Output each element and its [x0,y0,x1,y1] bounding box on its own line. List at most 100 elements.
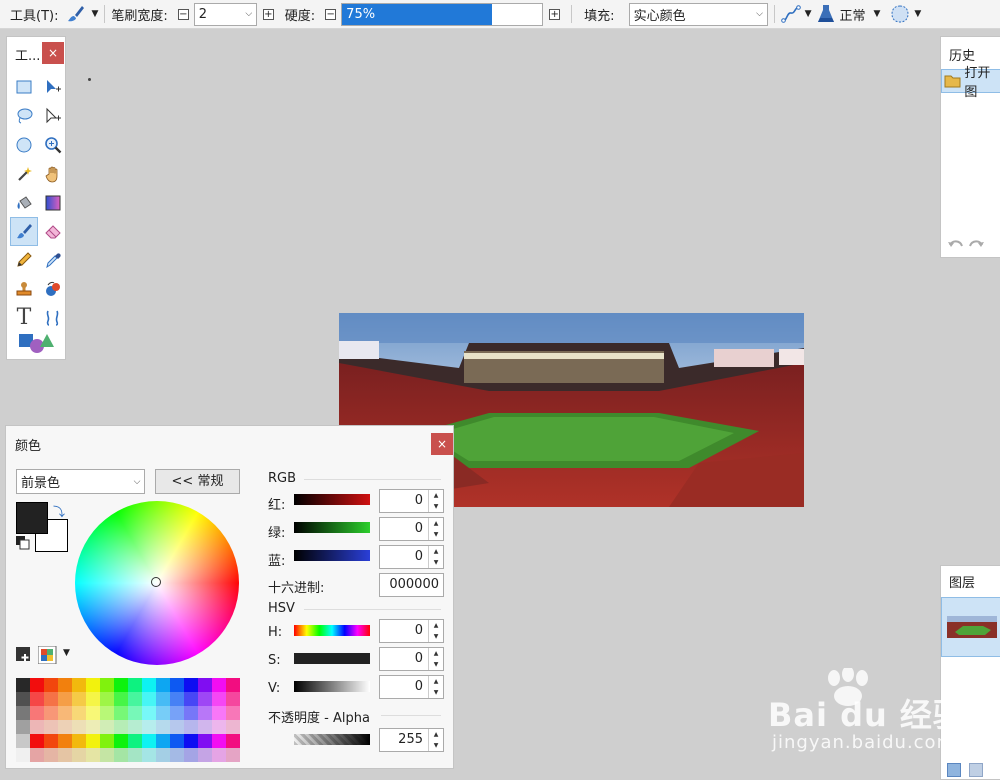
palette-swatch[interactable] [156,734,170,748]
palette-swatch[interactable] [212,748,226,762]
palette-swatch[interactable] [72,678,86,692]
palette-swatch[interactable] [100,678,114,692]
palette-swatch[interactable] [198,678,212,692]
value-input[interactable]: 0 ▲ ▼ [379,675,444,699]
palette-swatch[interactable] [16,748,30,762]
palette-swatch[interactable] [16,734,30,748]
palette-swatch[interactable] [212,706,226,720]
palette-swatch[interactable] [198,734,212,748]
green-spinner[interactable]: ▲ ▼ [428,518,443,540]
palette-swatch[interactable] [156,678,170,692]
palette-swatch[interactable] [170,692,184,706]
red-slider[interactable] [294,494,370,505]
palette-swatch[interactable] [30,748,44,762]
hardness-slider[interactable]: 75% [341,2,544,26]
palette-swatch[interactable] [198,748,212,762]
palette-swatch[interactable] [184,692,198,706]
line-curve-tool[interactable] [39,303,67,332]
brush-width-select[interactable]: 2 ⌵ [193,2,257,26]
palette-swatch[interactable] [16,720,30,734]
tools-panel-close-button[interactable]: × [42,42,64,64]
palette-swatch[interactable] [44,678,58,692]
hue-input[interactable]: 0 ▲ ▼ [379,619,444,643]
palette-swatch[interactable] [44,734,58,748]
saturation-spinner[interactable]: ▲ ▼ [428,648,443,670]
green-slider[interactable] [294,522,370,533]
palette-swatch[interactable] [128,734,142,748]
chevron-down-icon[interactable]: ▼ [63,648,70,658]
palette-swatch[interactable] [30,720,44,734]
palette-swatch[interactable] [86,678,100,692]
palette-swatch[interactable] [72,706,86,720]
palette-swatch[interactable] [58,692,72,706]
recolor-tool[interactable] [39,275,67,304]
palette-swatch[interactable] [170,748,184,762]
undo-button[interactable] [947,238,965,256]
palette-swatch[interactable] [198,706,212,720]
paint-bucket-tool[interactable] [10,188,38,217]
palette-swatch[interactable] [142,720,156,734]
palette-swatch[interactable] [156,748,170,762]
palette-swatch[interactable] [198,692,212,706]
value-slider[interactable] [294,681,370,692]
clone-stamp-tool[interactable] [10,275,38,304]
palette-swatch[interactable] [72,748,86,762]
shapes-tool[interactable] [17,331,57,355]
saturation-slider[interactable] [294,653,370,664]
palette-swatch[interactable] [184,678,198,692]
palette-swatch[interactable] [100,734,114,748]
palette-menu-icon[interactable] [38,646,60,664]
red-input[interactable]: 0 ▲ ▼ [379,489,444,513]
palette-swatch[interactable] [184,706,198,720]
rectangle-select-tool[interactable] [10,73,38,102]
history-item[interactable]: 打开图 [941,66,1000,100]
palette-swatch[interactable] [100,748,114,762]
palette-swatch[interactable] [184,734,198,748]
palette-swatch[interactable] [226,692,240,706]
palette-swatch[interactable] [114,678,128,692]
palette-swatch[interactable] [72,720,86,734]
antialias-selector[interactable]: ▼ [780,4,811,24]
palette-swatch[interactable] [226,720,240,734]
brush-width-increase-button[interactable]: + [262,8,274,20]
magic-wand-tool[interactable] [10,159,38,188]
palette-swatch[interactable] [86,706,100,720]
palette-swatch[interactable] [58,678,72,692]
palette-swatch[interactable] [128,720,142,734]
hex-input[interactable]: 000000 [379,573,444,597]
palette-swatch[interactable] [212,734,226,748]
palette-swatch[interactable] [212,720,226,734]
palette-swatch[interactable] [58,706,72,720]
palette-swatch[interactable] [16,706,30,720]
palette-swatch[interactable] [142,706,156,720]
palette-swatch[interactable] [30,706,44,720]
color-wheel[interactable] [75,501,239,665]
blue-spinner[interactable]: ▲ ▼ [428,546,443,568]
move-selection-tool[interactable] [39,73,67,102]
palette-swatch[interactable] [114,734,128,748]
brush-width-decrease-button[interactable]: − [177,8,189,20]
selection-mode-selector[interactable]: ▼ [890,4,921,24]
eraser-tool[interactable] [39,217,67,246]
palette-swatch[interactable] [212,692,226,706]
palette-swatch[interactable] [184,748,198,762]
alpha-input[interactable]: 255 ▲ ▼ [379,728,444,752]
palette-swatch[interactable] [86,734,100,748]
saturation-input[interactable]: 0 ▲ ▼ [379,647,444,671]
primary-color-swatch[interactable] [16,502,48,534]
toggle-mode-button[interactable]: << 常规 [155,469,240,494]
palette-swatch[interactable] [86,692,100,706]
palette-swatch[interactable] [170,706,184,720]
palette-swatch[interactable] [30,734,44,748]
palette-swatch[interactable] [142,692,156,706]
alpha-spinner[interactable]: ▲ ▼ [428,729,443,751]
palette-swatch[interactable] [128,678,142,692]
palette-swatch[interactable] [184,720,198,734]
palette-swatch[interactable] [156,720,170,734]
palette-swatch[interactable] [226,706,240,720]
palette-swatch[interactable] [30,678,44,692]
palette-add-icon[interactable] [16,647,32,663]
swap-colors-icon[interactable]: ⤵ [53,503,65,520]
palette-swatch[interactable] [86,720,100,734]
palette-swatch[interactable] [100,720,114,734]
